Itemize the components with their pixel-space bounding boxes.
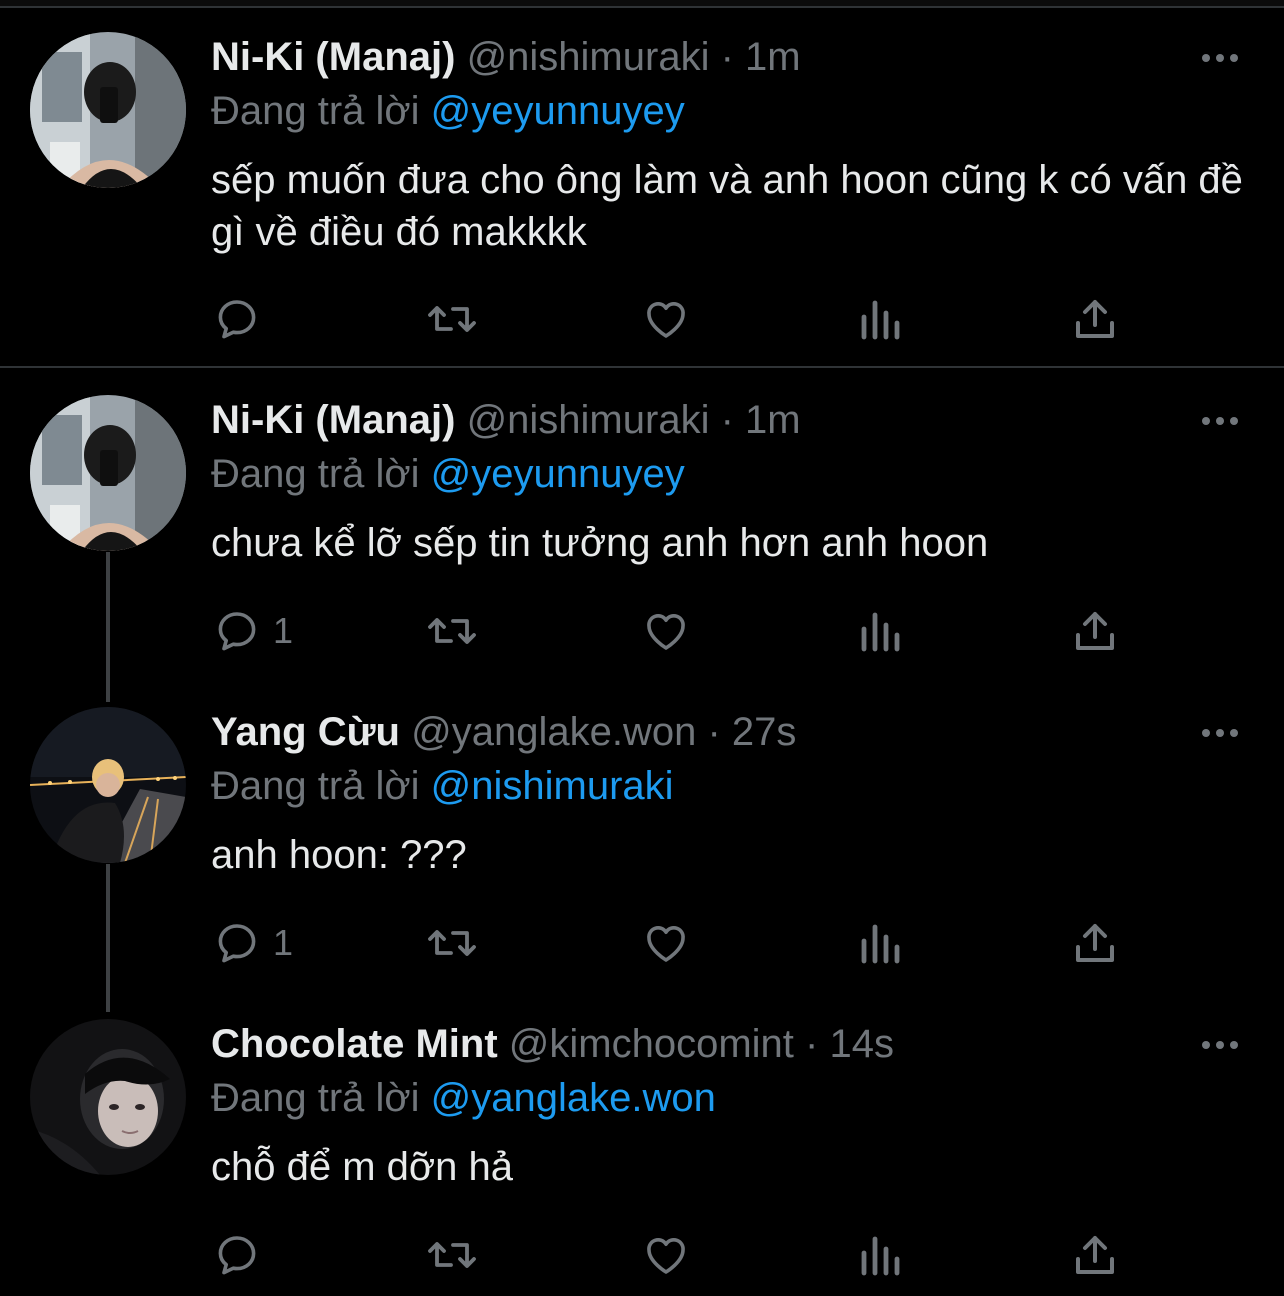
share-button[interactable] [1072, 1230, 1118, 1280]
retweet-button[interactable] [425, 606, 479, 656]
replying-to: Đang trả lời @yeyunnuyey [211, 449, 685, 499]
share-icon [1076, 300, 1114, 338]
timestamp[interactable]: · 1m [721, 398, 801, 442]
tweet-header: Ni-Ki (Manaj) @nishimuraki · 1m [211, 395, 801, 445]
reply-button[interactable] [213, 294, 273, 344]
retweet-icon [428, 930, 476, 956]
user-handle[interactable]: @nishimuraki [467, 398, 710, 442]
more-icon[interactable] [1196, 723, 1244, 743]
retweet-button[interactable] [425, 918, 479, 968]
retweet-icon [428, 306, 476, 332]
share-icon [1076, 924, 1114, 962]
mention-link[interactable]: @yeyunnuyey [431, 89, 685, 133]
timestamp[interactable]: · 14s [805, 1022, 894, 1066]
avatar[interactable] [30, 707, 186, 863]
replying-to-label: Đang trả lời [211, 1076, 420, 1120]
share-icon [1076, 1236, 1114, 1274]
tweet-text: anh hoon: ??? [211, 833, 467, 877]
reply-button[interactable]: 1 [213, 606, 293, 656]
retweet-button[interactable] [425, 294, 479, 344]
display-name[interactable]: Chocolate Mint [211, 1022, 498, 1066]
avatar[interactable] [30, 32, 186, 188]
views-button[interactable] [858, 294, 904, 344]
reply-count: 1 [273, 610, 294, 651]
like-icon [647, 926, 685, 962]
views-icon [861, 924, 900, 964]
share-button[interactable] [1072, 918, 1118, 968]
retweet-icon [428, 618, 476, 644]
replying-to: Đang trả lời @nishimuraki [211, 761, 674, 811]
display-name[interactable]: Ni-Ki (Manaj) [211, 398, 455, 442]
tweet-divider [0, 366, 1284, 368]
avatar[interactable] [30, 395, 186, 551]
reply-button[interactable]: 1 [213, 918, 293, 968]
views-icon [861, 300, 900, 340]
tweet-actions: 1 [0, 606, 1284, 656]
like-button[interactable] [641, 1230, 691, 1280]
display-name[interactable]: Ni-Ki (Manaj) [211, 35, 455, 79]
like-icon [647, 1238, 685, 1274]
replying-to-label: Đang trả lời [211, 89, 420, 133]
top-divider [0, 0, 1284, 8]
reply-button[interactable] [213, 1230, 273, 1280]
more-icon[interactable] [1196, 48, 1244, 68]
reply-count: 1 [273, 922, 294, 963]
tweet-header: Chocolate Mint @kimchocomint · 14s [211, 1019, 894, 1069]
views-button[interactable] [858, 1230, 904, 1280]
user-handle[interactable]: @kimchocomint [509, 1022, 794, 1066]
mention-link[interactable]: @nishimuraki [431, 764, 674, 808]
retweet-icon [428, 1242, 476, 1268]
replying-to: Đang trả lời @yeyunnuyey [211, 86, 685, 136]
share-button[interactable] [1072, 606, 1118, 656]
timestamp[interactable]: · 27s [707, 710, 796, 754]
timestamp[interactable]: · 1m [721, 35, 801, 79]
replying-to-label: Đang trả lời [211, 764, 420, 808]
more-icon[interactable] [1196, 411, 1244, 431]
tweet-text: chưa kể lỡ sếp tin tưởng anh hơn anh hoo… [211, 521, 989, 565]
like-icon [647, 302, 685, 338]
reply-icon [218, 1236, 256, 1275]
tweet[interactable]: Ni-Ki (Manaj) @nishimuraki · 1m Đang trả… [0, 395, 1284, 655]
user-handle[interactable]: @yanglake.won [411, 710, 696, 754]
share-icon [1076, 612, 1114, 650]
more-icon[interactable] [1196, 1035, 1244, 1055]
tweet-header: Yang Cừu @yanglake.won · 27s [211, 707, 796, 757]
tweet-text: sếp muốn đưa cho ông làm và anh hoon cũn… [211, 158, 1243, 254]
views-button[interactable] [858, 606, 904, 656]
retweet-button[interactable] [425, 1230, 479, 1280]
user-handle[interactable]: @nishimuraki [467, 35, 710, 79]
views-button[interactable] [858, 918, 904, 968]
tweet[interactable]: Chocolate Mint @kimchocomint · 14s Đang … [0, 1019, 1284, 1289]
mention-link[interactable]: @yanglake.won [431, 1076, 716, 1120]
reply-icon [218, 924, 256, 963]
share-button[interactable] [1072, 294, 1118, 344]
display-name[interactable]: Yang Cừu [211, 710, 400, 754]
tweet-actions [0, 294, 1284, 344]
like-button[interactable] [641, 606, 691, 656]
reply-icon [218, 612, 256, 651]
like-icon [647, 614, 685, 650]
mention-link[interactable]: @yeyunnuyey [431, 452, 685, 496]
views-icon [861, 1236, 900, 1276]
tweet-header: Ni-Ki (Manaj) @nishimuraki · 1m [211, 32, 801, 82]
like-button[interactable] [641, 918, 691, 968]
tweet-actions: 1 [0, 918, 1284, 968]
like-button[interactable] [641, 294, 691, 344]
tweet[interactable]: Yang Cừu @yanglake.won · 27s Đang trả lờ… [0, 707, 1284, 967]
reply-icon [218, 300, 256, 339]
replying-to-label: Đang trả lời [211, 452, 420, 496]
tweet[interactable]: Ni-Ki (Manaj) @nishimuraki · 1m Đang trả… [0, 32, 1284, 352]
views-icon [861, 612, 900, 652]
tweet-actions [0, 1230, 1284, 1280]
avatar[interactable] [30, 1019, 186, 1175]
replying-to: Đang trả lời @yanglake.won [211, 1073, 716, 1123]
tweet-text: chỗ để m dỡn hả [211, 1145, 513, 1189]
